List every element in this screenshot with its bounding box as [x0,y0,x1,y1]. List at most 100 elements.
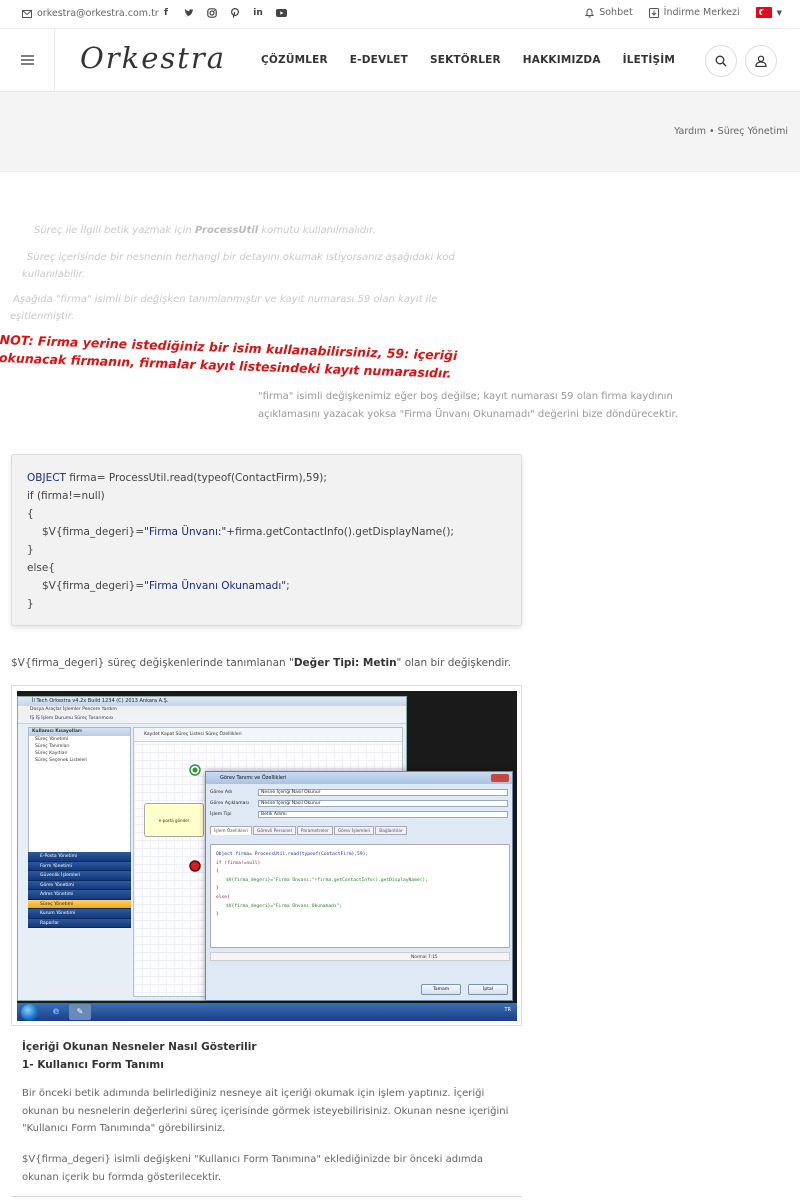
left-panel-sub: Süreç Yönetimi [35,737,69,742]
close-icon [491,774,509,782]
dialog-code-line: } [216,912,219,918]
dialog-code-line: if (firma!=null) [216,860,261,866]
chevron-down-icon: ▼ [776,8,782,17]
canvas-toolbar: Kaydet Kapat Süreç Listesi Süreç Özellik… [134,728,402,742]
variable-type-text: $V{firma_degeri} süreç değişkenlerinde t… [11,657,511,669]
dialog-row: Görev Adı Nesne İçeriği Nasıl Okunur [210,788,510,797]
user-button[interactable] [745,45,777,77]
instagram-icon[interactable] [206,7,218,19]
dialog-tab: Görevli Personel [253,826,296,835]
left-panel-row: Süreç Kayıtları [35,751,68,756]
app-tools-icon: ✎ [69,1004,91,1020]
facebook-icon[interactable]: f [160,7,172,19]
turkey-flag-icon [755,7,772,18]
code-text: $V{firma_degeri}= [42,580,145,592]
code-line-2: if (firma!=null) [27,490,105,502]
main-nav: ÇÖZÜMLER E-DEVLET SEKTÖRLER HAKKIMIZDA İ… [261,54,675,66]
code-line-6: else{ [27,562,55,574]
email-text: orkestra@orkestra.com.tr [37,8,159,19]
dialog-row: İşlem Tipi Betik Adımı [210,810,510,819]
dialog-row-label: Görev Açıklaması [210,801,249,806]
accordion-item: Görev Yönetimi [28,880,131,890]
dialog-tab: Görev İşlemleri [333,826,375,835]
hamburger-icon [20,55,34,65]
nav-item-sectors[interactable]: SEKTÖRLER [430,54,501,66]
var-line-post: " olan bir değişkendir. [396,657,511,669]
code-text: ; [286,580,290,592]
dialog-code-line: { [216,869,219,875]
section-paragraph-1: Bir önceki betik adımında belirlediğiniz… [22,1088,509,1134]
dialog-row-value: Betik Adımı [258,811,508,818]
dialog-status: Normal 7:15 [210,952,510,961]
intro-line-3: Aşağıda "firma" isimli bir değişken tanı… [10,294,438,322]
chat-link[interactable]: Sohbet [585,7,633,18]
nav-item-e-government[interactable]: E-DEVLET [350,54,408,66]
code-string: "Firma Ünvanı:" [144,526,227,538]
task-dialog: Görev Tanımı ve Özellikleri Görev Adı Nes… [205,771,513,1001]
description-text: "firma" isimli değişkenimiz eğer boş değ… [258,391,678,420]
search-button[interactable] [705,45,737,77]
main-header: Orkestra ÇÖZÜMLER E-DEVLET SEKTÖRLER HAK… [0,29,800,92]
language-selector[interactable]: ▼ [755,7,782,18]
dialog-code-editor: Object firma= ProcessUtil.read(typeof(Co… [210,844,510,948]
system-tray: TR [504,1007,511,1013]
nav-item-solutions[interactable]: ÇÖZÜMLER [261,54,328,66]
download-icon [648,7,659,18]
chat-label: Sohbet [599,7,633,18]
breadcrumb[interactable]: Yardım • Süreç Yönetimi [674,126,788,137]
email-link[interactable]: orkestra@orkestra.com.tr [22,8,159,19]
task-node: e-posta gönder [144,803,204,837]
code-line-1: OBJECT firma= ProcessUtil.read(typeof(Co… [27,469,506,487]
dialog-tab: Bağlantılar [375,826,407,835]
accordion-item-active: Süreç Yönetimi [28,899,131,909]
dialog-code-line: $V{firma_degeri}="Firma Ünvanı Okunamadı… [226,903,343,909]
dialog-code-line: Object firma= ProcessUtil.read(typeof(Co… [216,852,369,857]
accordion-item: Adres Yönetimi [28,890,131,900]
twitter-icon[interactable] [183,7,195,19]
dialog-ok-button: Tamam [421,984,461,995]
code-text: $V{firma_degeri}= [42,526,145,538]
app-title: İl Tech Orkestra v4.2x Build 1234 (C) 20… [18,697,406,706]
accordion-item: Kurum Yönetimi [28,909,131,919]
code-keyword: OBJECT [27,472,66,484]
nav-item-contact[interactable]: İLETİŞİM [623,54,675,66]
section-heading: İçeriği Okunan Nesneler Nasıl Gösterilir [22,1041,257,1053]
linkedin-icon[interactable]: in [252,7,264,19]
dialog-row-value: Nesne İçeriği Nasıl Okunur [258,789,508,796]
download-center-link[interactable]: İndirme Merkezi [648,7,740,18]
section-paragraph-2: $V{firma_degeri} isimli değişkeni "Kulla… [22,1154,484,1183]
dialog-cancel-button: İptal [468,984,508,995]
intro-line-1-bold: ProcessUtil [194,225,259,236]
intro-line-1: Süreç ile İlgili betik yazmak için Proce… [34,222,634,239]
dialog-row: Görev Açıklaması Nesne İçeriği Nasıl Okun… [210,799,510,808]
accordion-item: Form Yönetimi [28,861,131,871]
left-panel-row: Süreç Seçenek Listeleri [35,758,88,763]
code-string: "Firma Ünvanı Okunamadı" [144,580,287,592]
social-links: f in [160,7,287,19]
var-line-bold: Değer Tipi: Metin [293,657,397,669]
dialog-row-label: Görev Adı [210,790,232,795]
page-banner: Yardım • Süreç Yönetimi [0,92,800,172]
menu-button[interactable] [0,29,55,91]
note-text: NOT: Firma yerine istediğiniz bir isim k… [0,331,458,381]
section-title: İçeriği Okunan Nesneler Nasıl Gösterilir… [22,1038,257,1074]
pinterest-icon[interactable] [229,7,241,19]
dialog-title: Görev Tanımı ve Özellikleri [206,772,512,784]
site-logo[interactable]: Orkestra [80,41,226,75]
app-screenshot[interactable]: İl Tech Orkestra v4.2x Build 1234 (C) 20… [11,685,522,1026]
dialog-row-value: Nesne İçeriği Nasıl Okunur [258,800,508,807]
accordion-item: Güvenlik İşlemleri [28,871,131,881]
youtube-icon[interactable] [275,7,287,19]
accordion-item: E-Posta Yönetimi [28,852,131,862]
code-text: +firma.getContactInfo().getDisplayName()… [226,526,454,538]
left-panel-row: Süreç Tanımları [35,744,70,749]
search-icon [715,55,727,67]
var-line-pre: $V{firma_degeri} süreç değişkenlerinde t… [11,657,294,669]
section-subheading: 1- Kullanıcı Form Tanımı [22,1059,164,1071]
app-accordion: E-Posta Yönetimi Form Yönetimi Güvenlik … [28,852,131,928]
nav-item-about[interactable]: HAKKIMIZDA [523,54,601,66]
dialog-tab: Parametreler [296,826,333,835]
code-line-5: } [27,544,34,556]
start-node-icon [189,764,201,776]
internet-explorer-icon: e [52,1006,60,1017]
